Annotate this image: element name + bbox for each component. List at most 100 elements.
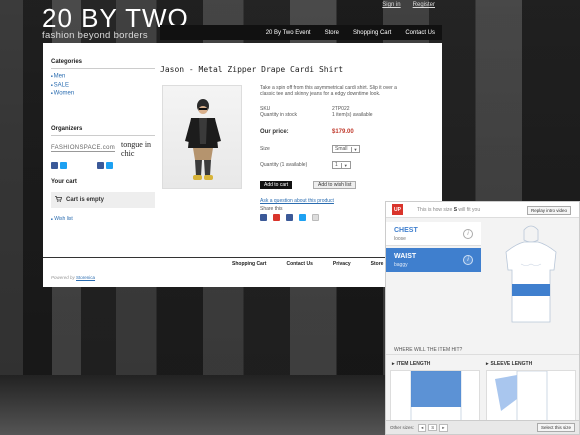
item-length-diagram[interactable] [390, 370, 480, 424]
select-size-button[interactable]: Select this size [536, 423, 575, 432]
chevron-down-icon: ▼ [350, 146, 357, 152]
product-photo[interactable] [162, 85, 242, 189]
widget-footer: Other sizes: ◂ S ▸ Select this size [386, 420, 579, 434]
main-nav: 20 By Two Event Store Shopping Cart Cont… [160, 25, 442, 40]
quantity-select-value: 1 [335, 162, 338, 168]
twitter-icon[interactable] [106, 161, 113, 169]
share-icons [260, 214, 319, 221]
account-links: Sign in Register [382, 2, 435, 8]
widget-header: UP This is how size S will fit you Repla… [386, 202, 579, 218]
widget-logo: UP [392, 204, 403, 215]
nav-store[interactable]: Store [318, 30, 346, 36]
prev-size-button[interactable]: ◂ [418, 423, 427, 432]
cart-heading: Your cart [51, 178, 77, 185]
twitter-icon[interactable] [299, 214, 306, 221]
info-icon[interactable]: i [463, 229, 473, 239]
size-row: Size Small ▼ [260, 145, 361, 153]
nav-event[interactable]: 20 By Two Event [259, 30, 318, 36]
sidebar: Categories Men SALE Women Organizers FAS… [51, 59, 155, 222]
bullet-icon: ■ [51, 216, 53, 221]
add-to-wishlist-button[interactable]: Add to wish list [313, 181, 357, 189]
product-title: Jason - Metal Zipper Drape Cardi Shirt [160, 65, 344, 74]
size-switcher: ◂ S ▸ [418, 423, 448, 432]
product-meta: SKU 2TP022 Quantity in stock 1 item(s) a… [260, 106, 410, 118]
category-men[interactable]: Men [51, 72, 155, 81]
waist-fit-row[interactable]: WAIST baggy i [386, 248, 481, 272]
widget-title-size: S [453, 206, 458, 213]
widget-title: This is how size S will fit you [417, 207, 480, 213]
email-icon[interactable] [312, 214, 319, 221]
sleeve-length-label: SLEEVE LENGTH [490, 360, 533, 367]
size-label: Size [260, 146, 270, 152]
other-sizes-label: Other sizes: [390, 425, 415, 430]
info-icon[interactable]: i [463, 255, 473, 265]
powered-link[interactable]: Storenica [76, 275, 95, 280]
share-label: Share this [260, 206, 283, 212]
powered-prefix: Powered by [51, 275, 75, 280]
sign-in-link[interactable]: Sign in [382, 2, 400, 8]
add-to-cart-button[interactable]: Add to cart [260, 181, 293, 189]
price-row: Our price: $179.00 [260, 129, 354, 135]
quantity-row: Quantity (1 available) 1 ▼ [260, 161, 351, 169]
item-length-heading: ▸ ITEM LENGTH [392, 359, 430, 368]
footer-contact-us[interactable]: Contact Us [286, 261, 312, 267]
sleeve-length-diagram[interactable] [486, 370, 576, 424]
stock-label: Quantity in stock [260, 112, 297, 118]
nav-shopping-cart[interactable]: Shopping Cart [346, 30, 398, 36]
cart-status-label: Cart is empty [66, 196, 105, 203]
next-size-button[interactable]: ▸ [439, 423, 448, 432]
nav-contact-us[interactable]: Contact Us [398, 30, 442, 36]
widget-title-pre: This is how size [417, 206, 453, 213]
category-women[interactable]: Women [51, 89, 155, 98]
ask-question-link[interactable]: Ask a question about this product [260, 198, 334, 204]
category-list: Men SALE Women [51, 72, 155, 98]
expand-icon: ▸ [392, 360, 395, 367]
chest-label: CHEST [394, 227, 418, 234]
fit-widget: UP This is how size S will fit you Repla… [385, 201, 580, 435]
content-panel: Categories Men SALE Women Organizers FAS… [43, 43, 442, 287]
widget-title-post: will fit you [458, 206, 481, 213]
register-link[interactable]: Register [413, 2, 435, 8]
categories-heading: Categories [51, 59, 155, 69]
chest-fit-value: loose [394, 236, 406, 242]
product-description: Take a spin off from this asymmetrical c… [260, 85, 397, 97]
organizer-fashionspace[interactable]: FASHIONSPACE.com [51, 145, 116, 153]
facebook-share-icon[interactable] [286, 214, 293, 221]
facebook-icon[interactable] [97, 161, 104, 169]
price-value: $179.00 [332, 129, 354, 135]
quantity-select[interactable]: 1 ▼ [332, 161, 351, 169]
wishlist-label: Wish list [54, 215, 73, 222]
organizers-heading: Organizers [51, 126, 155, 136]
cart-status[interactable]: Cart is empty [51, 191, 155, 208]
twitter-icon[interactable] [60, 161, 67, 169]
stock-value: 1 item(s) available [332, 112, 373, 118]
sleeve-length-heading: ▸ SLEEVE LENGTH [486, 359, 532, 368]
body-diagram [486, 222, 576, 337]
price-label: Our price: [260, 129, 289, 135]
footer-privacy[interactable]: Privacy [333, 261, 351, 267]
item-length-label: ITEM LENGTH [396, 360, 431, 367]
widget-divider [386, 354, 579, 355]
size-select[interactable]: Small ▼ [332, 145, 361, 153]
waist-fit-value: baggy [394, 262, 408, 268]
waist-label: WAIST [394, 253, 417, 260]
chest-fit-row[interactable]: CHEST loose i [386, 222, 481, 246]
footer-shopping-cart[interactable]: Shopping Cart [232, 261, 266, 267]
replay-video-button[interactable]: Replay intro video [526, 206, 571, 215]
footer-links: Shopping Cart Contact Us Privacy Store P… [232, 261, 391, 267]
organizer-tongue-in-chic[interactable]: tongue in chic [121, 140, 155, 158]
pinterest-icon[interactable] [273, 214, 280, 221]
quantity-label: Quantity (1 available) [260, 162, 308, 168]
chevron-down-icon: ▼ [340, 162, 348, 168]
footer-divider [43, 257, 442, 258]
wishlist-link[interactable]: ■ Wish list [51, 216, 155, 222]
current-size: S [428, 424, 438, 431]
facebook-icon[interactable] [51, 161, 58, 169]
facebook-icon[interactable] [260, 214, 267, 221]
cart-icon [55, 195, 63, 204]
organizer-social [51, 161, 155, 169]
where-hit-heading: WHERE WILL THE ITEM HIT? [394, 347, 463, 353]
size-select-value: Small [335, 146, 348, 152]
powered-by: Powered by Storenica [51, 275, 95, 280]
category-sale[interactable]: SALE [51, 81, 155, 90]
